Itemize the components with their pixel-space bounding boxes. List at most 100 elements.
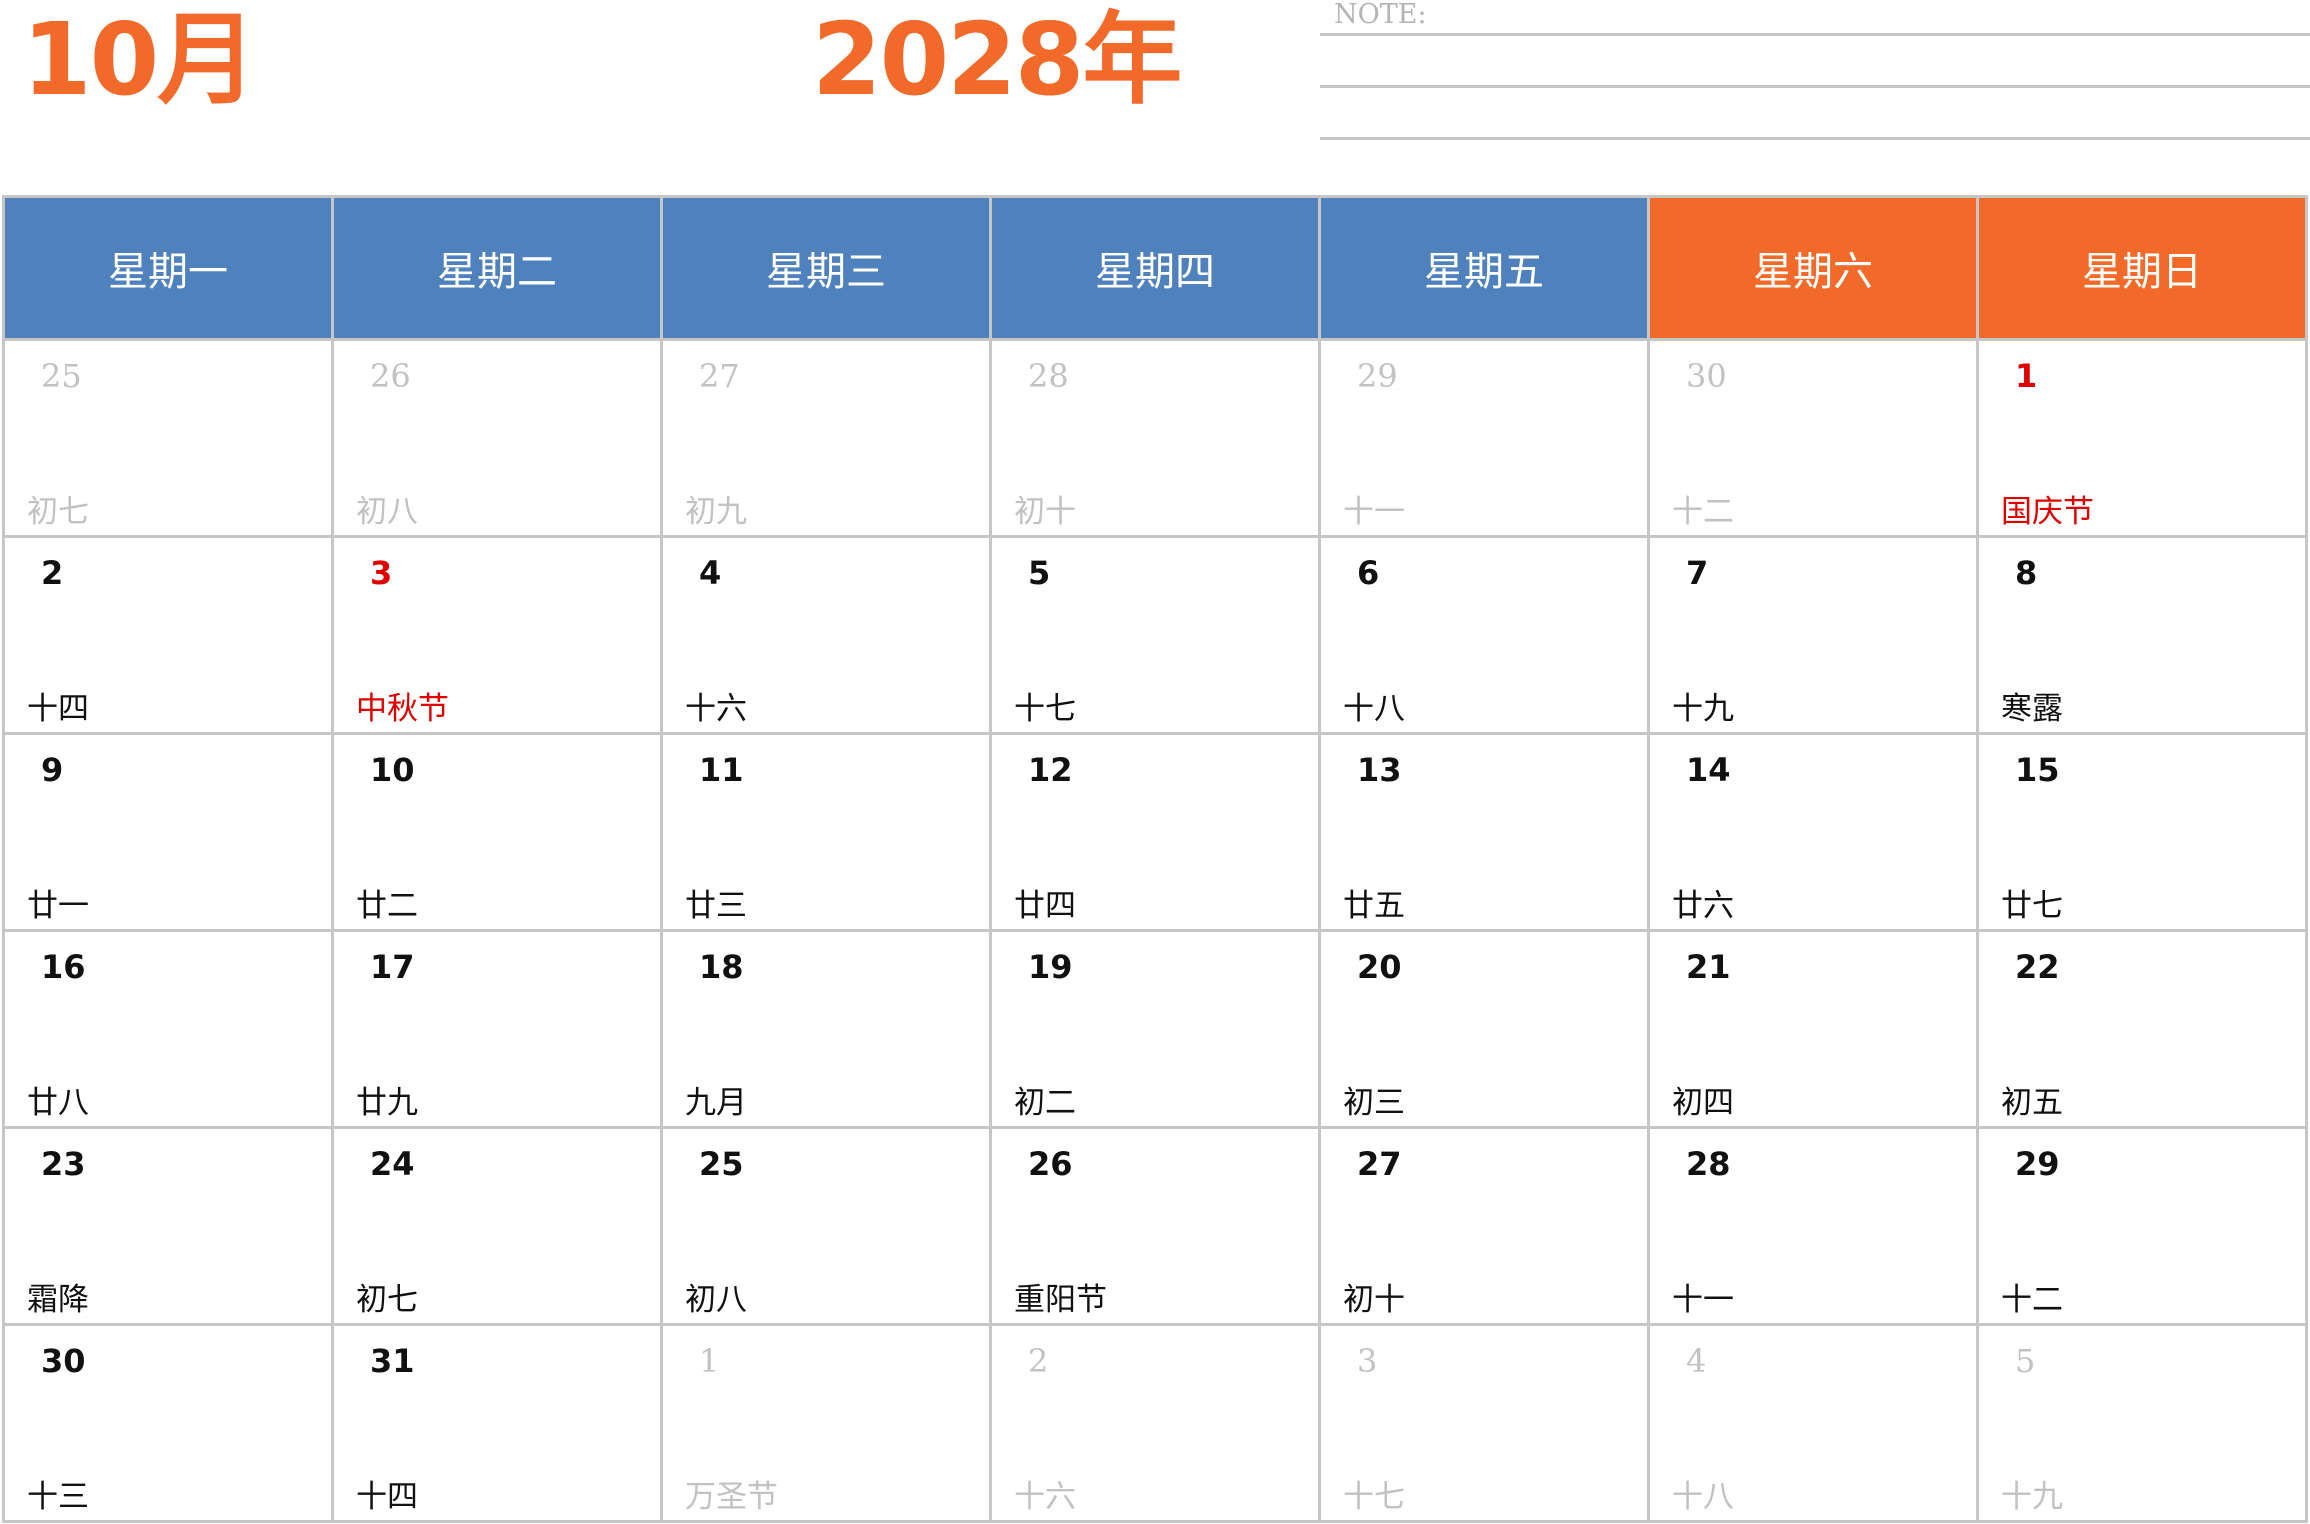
- day-cell[interactable]: 1 国庆节: [1979, 341, 2305, 535]
- day-cell[interactable]: 5 十七: [992, 538, 1318, 732]
- day-cell[interactable]: 25 初七: [5, 341, 331, 535]
- weekday-header: 星期六: [1650, 198, 1976, 338]
- lunar-date-label: 十七: [1014, 691, 1076, 727]
- lunar-date-label: 十一: [1672, 1282, 1734, 1318]
- day-number: 5: [1028, 554, 1051, 592]
- lunar-date-label: 廿八: [27, 1085, 89, 1121]
- day-cell[interactable]: 3 十七: [1321, 1326, 1647, 1520]
- day-cell[interactable]: 29 十二: [1979, 1129, 2305, 1323]
- day-cell[interactable]: 18 九月: [663, 932, 989, 1126]
- lunar-date-label: 初八: [356, 494, 418, 530]
- day-cell[interactable]: 3 中秋节: [334, 538, 660, 732]
- lunar-date-label: 十四: [356, 1479, 418, 1515]
- day-number: 28: [1028, 357, 1069, 395]
- day-cell[interactable]: 27 初十: [1321, 1129, 1647, 1323]
- lunar-date-label: 廿七: [2001, 888, 2063, 924]
- day-number: 23: [41, 1145, 86, 1183]
- lunar-date-label: 十七: [1343, 1479, 1405, 1515]
- lunar-date-label: 初十: [1343, 1282, 1405, 1318]
- day-cell[interactable]: 10 廿二: [334, 735, 660, 929]
- day-number: 1: [699, 1342, 720, 1380]
- day-number: 20: [1357, 948, 1402, 986]
- day-number: 3: [370, 554, 393, 592]
- day-number: 17: [370, 948, 415, 986]
- lunar-date-label: 霜降: [27, 1282, 89, 1318]
- day-cell[interactable]: 23 霜降: [5, 1129, 331, 1323]
- day-cell[interactable]: 17 廿九: [334, 932, 660, 1126]
- lunar-date-label: 廿五: [1343, 888, 1405, 924]
- lunar-date-label: 十二: [1672, 494, 1734, 530]
- weekday-header: 星期三: [663, 198, 989, 338]
- day-cell[interactable]: 28 初十: [992, 341, 1318, 535]
- day-number: 29: [2015, 1145, 2060, 1183]
- day-number: 15: [2015, 751, 2060, 789]
- day-cell[interactable]: 2 十四: [5, 538, 331, 732]
- day-number: 18: [699, 948, 744, 986]
- lunar-date-label: 廿四: [1014, 888, 1076, 924]
- lunar-date-label: 廿九: [356, 1085, 418, 1121]
- day-cell[interactable]: 20 初三: [1321, 932, 1647, 1126]
- day-cell[interactable]: 7 十九: [1650, 538, 1976, 732]
- lunar-date-label: 初三: [1343, 1085, 1405, 1121]
- day-number: 2: [41, 554, 64, 592]
- lunar-date-label: 初五: [2001, 1085, 2063, 1121]
- year-title: 2028年: [812, 1, 1182, 118]
- weekday-header: 星期日: [1979, 198, 2305, 338]
- day-cell[interactable]: 15 廿七: [1979, 735, 2305, 929]
- lunar-date-label: 初七: [356, 1282, 418, 1318]
- day-number: 9: [41, 751, 64, 789]
- day-cell[interactable]: 5 十九: [1979, 1326, 2305, 1520]
- day-number: 4: [1686, 1342, 1707, 1380]
- lunar-date-label: 初七: [27, 494, 89, 530]
- day-number: 24: [370, 1145, 415, 1183]
- day-cell[interactable]: 26 重阳节: [992, 1129, 1318, 1323]
- day-cell[interactable]: 4 十八: [1650, 1326, 1976, 1520]
- day-cell[interactable]: 14 廿六: [1650, 735, 1976, 929]
- day-cell[interactable]: 9 廿一: [5, 735, 331, 929]
- day-cell[interactable]: 31 十四: [334, 1326, 660, 1520]
- lunar-date-label: 寒露: [2001, 691, 2063, 727]
- lunar-date-label: 十九: [2001, 1479, 2063, 1515]
- lunar-date-label: 万圣节: [685, 1479, 778, 1515]
- day-cell[interactable]: 30 十三: [5, 1326, 331, 1520]
- day-cell[interactable]: 27 初九: [663, 341, 989, 535]
- note-line: [1320, 33, 2310, 36]
- day-number: 27: [699, 357, 740, 395]
- day-number: 11: [699, 751, 744, 789]
- day-cell[interactable]: 24 初七: [334, 1129, 660, 1323]
- day-number: 26: [1028, 1145, 1073, 1183]
- lunar-date-label: 十八: [1672, 1479, 1734, 1515]
- day-number: 28: [1686, 1145, 1731, 1183]
- day-cell[interactable]: 12 廿四: [992, 735, 1318, 929]
- day-cell[interactable]: 29 十一: [1321, 341, 1647, 535]
- day-cell[interactable]: 22 初五: [1979, 932, 2305, 1126]
- day-number: 7: [1686, 554, 1709, 592]
- weekday-header: 星期二: [334, 198, 660, 338]
- day-cell[interactable]: 28 十一: [1650, 1129, 1976, 1323]
- day-cell[interactable]: 4 十六: [663, 538, 989, 732]
- day-cell[interactable]: 19 初二: [992, 932, 1318, 1126]
- lunar-date-label: 十四: [27, 691, 89, 727]
- day-cell[interactable]: 30 十二: [1650, 341, 1976, 535]
- day-number: 6: [1357, 554, 1380, 592]
- lunar-date-label: 廿二: [356, 888, 418, 924]
- lunar-date-label: 十六: [1014, 1479, 1076, 1515]
- day-cell[interactable]: 13 廿五: [1321, 735, 1647, 929]
- day-cell[interactable]: 26 初八: [334, 341, 660, 535]
- day-number: 30: [41, 1342, 86, 1380]
- day-cell[interactable]: 11 廿三: [663, 735, 989, 929]
- day-number: 30: [1686, 357, 1727, 395]
- day-cell[interactable]: 8 寒露: [1979, 538, 2305, 732]
- day-cell[interactable]: 1 万圣节: [663, 1326, 989, 1520]
- weekday-header: 星期一: [5, 198, 331, 338]
- note-area: NOTE:: [1320, 0, 2310, 150]
- lunar-date-label: 十六: [685, 691, 747, 727]
- day-number: 22: [2015, 948, 2060, 986]
- day-cell[interactable]: 16 廿八: [5, 932, 331, 1126]
- day-cell[interactable]: 2 十六: [992, 1326, 1318, 1520]
- lunar-date-label: 初二: [1014, 1085, 1076, 1121]
- day-cell[interactable]: 25 初八: [663, 1129, 989, 1323]
- day-cell[interactable]: 6 十八: [1321, 538, 1647, 732]
- calendar-grid: 星期一 星期二 星期三 星期四 星期五 星期六 星期日 25 初七 26 初八 27 初九 28 初十 29 十…: [2, 195, 2308, 1523]
- day-cell[interactable]: 21 初四: [1650, 932, 1976, 1126]
